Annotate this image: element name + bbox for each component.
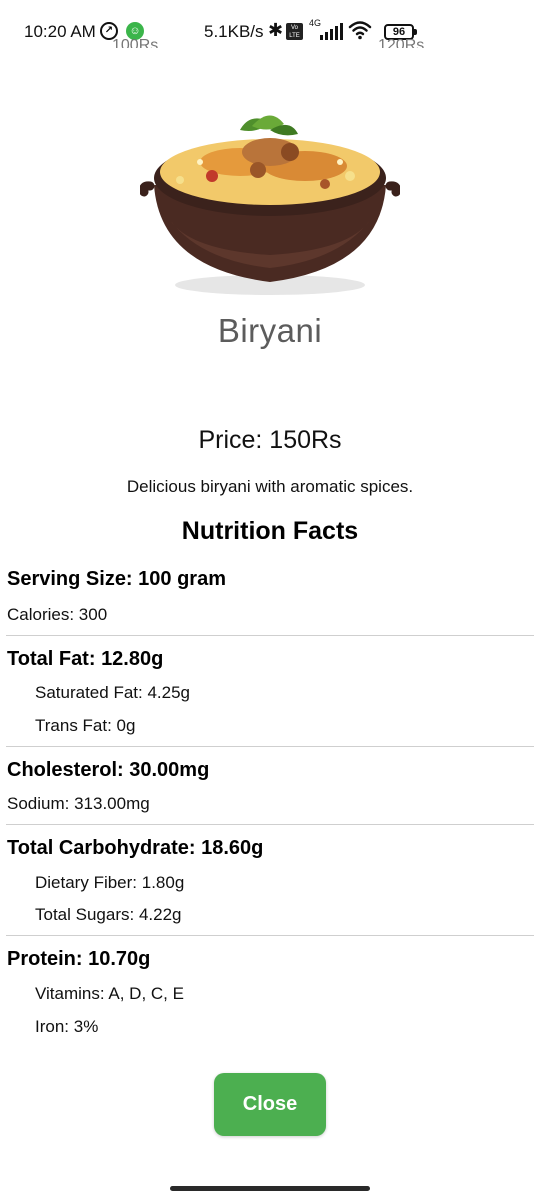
- ghost-text-right: 120Rs: [378, 37, 425, 48]
- serving-size: Serving Size: 100 gram: [7, 568, 226, 590]
- vitamins: Vitamins: A, D, C, E: [35, 984, 184, 1003]
- signal-strength-icon: [320, 23, 343, 40]
- cholesterol: Cholesterol: 30.00mg: [7, 759, 210, 781]
- iron: Iron: 3%: [35, 1017, 99, 1036]
- divider: [6, 746, 534, 747]
- dish-title: Biryani: [217, 312, 323, 349]
- close-button[interactable]: Close: [214, 1073, 326, 1136]
- item-price: Price: 150Rs: [198, 426, 342, 454]
- trans-fat: Trans Fat: 0g: [35, 716, 136, 735]
- wifi-icon: [348, 21, 372, 40]
- sodium: Sodium: 313.00mg: [7, 794, 150, 813]
- home-indicator[interactable]: [170, 1186, 370, 1191]
- status-time: 10:20 AM: [24, 22, 96, 41]
- network-speed: 5.1KB/s: [204, 22, 264, 41]
- saturated-fat: Saturated Fat: 4.25g: [35, 683, 190, 702]
- divider: [6, 824, 534, 825]
- status-bar: 10:20 AM ↗ ☺ 100Rs 5.1KB/s ✱ Vo LTE 4G 9…: [0, 0, 540, 64]
- biryani-bowl-image: [140, 115, 400, 295]
- protein: Protein: 10.70g: [7, 948, 151, 970]
- total-carbohydrate: Total Carbohydrate: 18.60g: [7, 837, 264, 859]
- divider: [6, 935, 534, 936]
- bluetooth-icon: ✱: [268, 20, 284, 40]
- dietary-fiber: Dietary Fiber: 1.80g: [35, 873, 185, 892]
- calories: Calories: 300: [7, 605, 108, 624]
- divider: [6, 635, 534, 636]
- total-fat: Total Fat: 12.80g: [7, 648, 164, 670]
- nutrition-facts-heading: Nutrition Facts: [181, 517, 359, 545]
- volte-icon: Vo LTE: [286, 23, 303, 40]
- ghost-text-left: 100Rs: [112, 37, 159, 48]
- total-sugars: Total Sugars: 4.22g: [35, 905, 182, 924]
- item-description: Delicious biryani with aromatic spices.: [126, 477, 414, 496]
